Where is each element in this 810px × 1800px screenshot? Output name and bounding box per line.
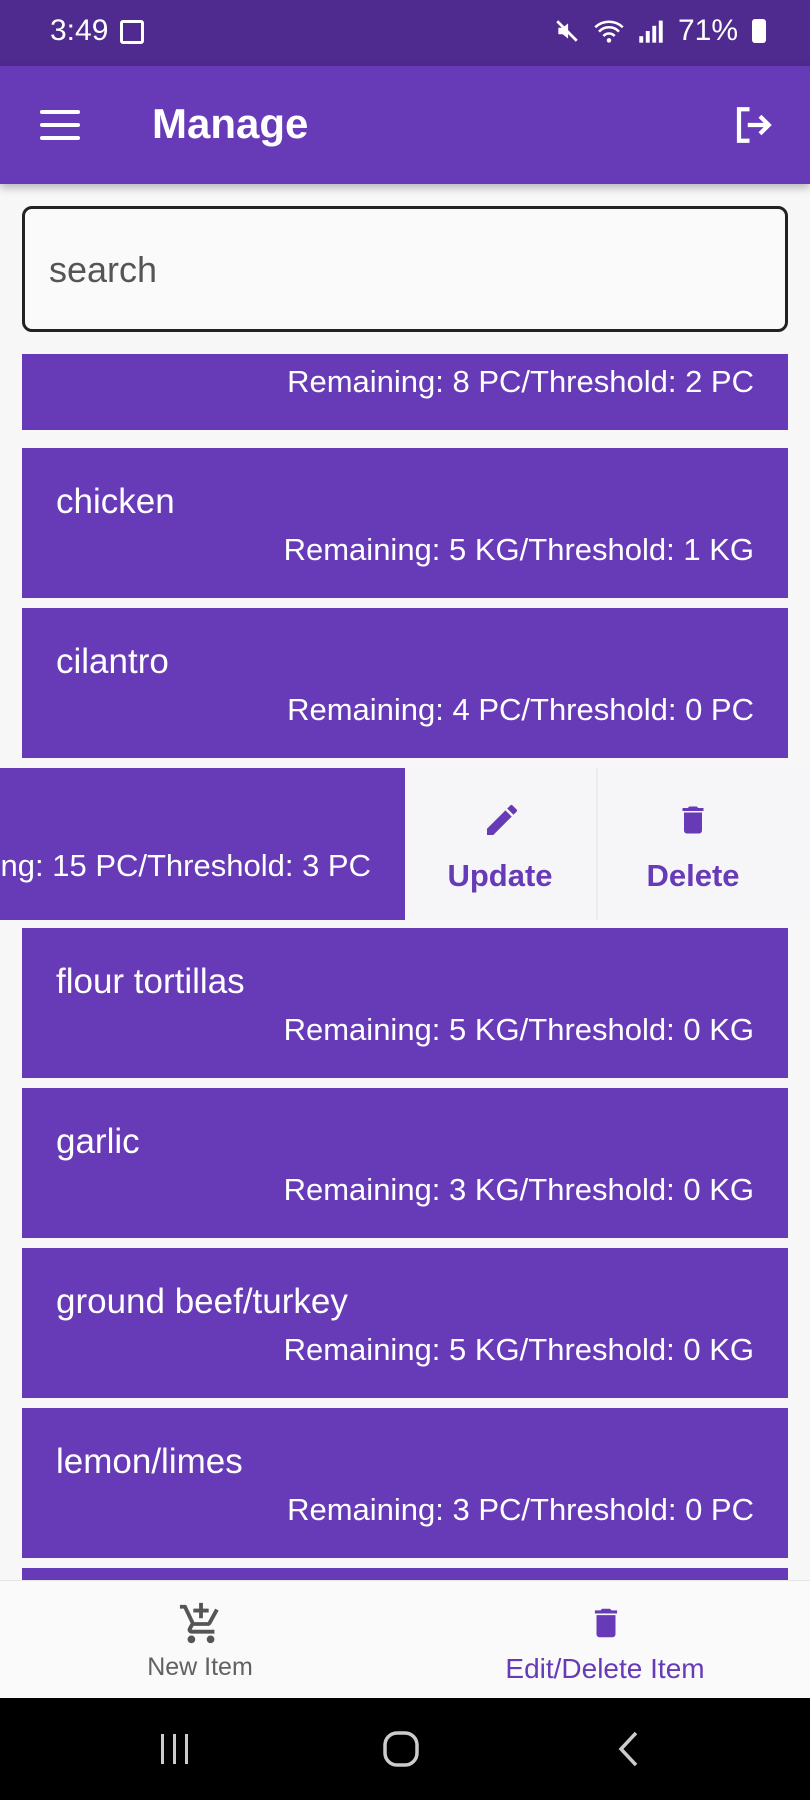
list-item[interactable]: garlic Remaining: 3 KG/Threshold: 0 KG [22,1088,788,1238]
status-icons: 71% [554,14,766,48]
wifi-icon [594,20,624,43]
add-cart-icon [179,1602,219,1644]
item-name: lemon/limes [56,1442,243,1481]
nav-edit-delete-label: Edit/Delete Item [505,1653,705,1684]
item-detail: Remaining: 3 KG/Threshold: 0 KG [283,1172,754,1207]
list-item[interactable] [22,1568,788,1580]
item-name: flour tortillas [56,962,245,1001]
nav-new-item[interactable]: New Item [110,1581,290,1699]
list-item[interactable]: chicken Remaining: 5 KG/Threshold: 1 KG [22,448,788,598]
battery-percent: 71% [677,14,738,47]
trash-icon [594,1608,618,1638]
item-detail: ng: 15 PC/Threshold: 3 PC [0,848,371,883]
status-time: 3:49 [50,14,109,47]
nav-edit-delete-item[interactable]: Edit/Delete Item [470,1581,740,1699]
list-item[interactable]: ng: 15 PC/Threshold: 3 PC [0,768,405,920]
list-item[interactable]: ground beef/turkey Remaining: 5 KG/Thres… [22,1248,788,1398]
logout-icon[interactable] [732,104,774,146]
update-label: Update [447,858,553,893]
page-title: Manage [152,100,309,147]
list-item[interactable]: flour tortillas Remaining: 5 KG/Threshol… [22,928,788,1078]
mute-icon [556,20,578,42]
signal-icon [639,20,663,43]
update-button[interactable]: Update [405,768,595,920]
pencil-icon [487,804,517,835]
back-icon[interactable] [616,1730,642,1768]
item-name: chicken [56,482,175,521]
nav-new-item-label: New Item [147,1653,253,1681]
delete-label: Delete [646,858,740,893]
battery-icon [752,19,766,43]
home-icon[interactable] [382,1730,420,1768]
app-bar: Manage [0,66,810,184]
item-detail: Remaining: 5 KG/Threshold: 1 KG [283,532,754,567]
recent-apps-icon[interactable] [158,1732,192,1766]
delete-button[interactable]: Delete [598,768,788,920]
swiped-list-item[interactable]: ng: 15 PC/Threshold: 3 PC Update Delete [0,768,810,920]
item-detail: Remaining: 4 PC/Threshold: 0 PC [287,692,754,727]
item-detail: Remaining: 5 KG/Threshold: 0 KG [283,1332,754,1367]
list-item[interactable]: cilantro Remaining: 4 PC/Threshold: 0 PC [22,608,788,758]
list-item[interactable]: lemon/limes Remaining: 3 PC/Threshold: 0… [22,1408,788,1558]
menu-icon[interactable] [40,110,80,140]
item-list[interactable]: Remaining: 8 PC/Threshold: 2 PC chicken … [0,354,810,1580]
item-name: garlic [56,1122,140,1161]
bottom-navigation: New Item Edit/Delete Item [0,1580,810,1699]
image-notification-icon [120,20,144,44]
item-detail: Remaining: 3 PC/Threshold: 0 PC [287,1492,754,1527]
search-input[interactable]: search [22,206,788,332]
list-item[interactable]: Remaining: 8 PC/Threshold: 2 PC [22,354,788,430]
item-name: ground beef/turkey [56,1282,348,1321]
item-detail: Remaining: 8 PC/Threshold: 2 PC [287,364,754,399]
item-detail: Remaining: 5 KG/Threshold: 0 KG [283,1012,754,1047]
trash-icon [682,806,704,834]
status-bar: 3:49 71% [0,0,810,66]
item-name: cilantro [56,642,169,681]
system-navigation-bar [0,1698,810,1800]
